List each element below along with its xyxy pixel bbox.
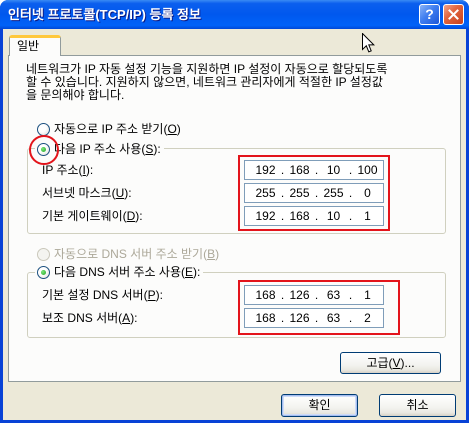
subnet-mask-octet-2[interactable]: 255 (286, 184, 313, 202)
octet-separator: . (348, 288, 353, 302)
radio-auto-ip-button[interactable] (37, 122, 50, 136)
subnet-mask-label: 서브넷 마스크(U): (42, 186, 132, 200)
ip-address-label: IP 주소(I): (42, 163, 94, 177)
default-gateway-octet-2[interactable]: 168 (286, 207, 313, 225)
octet-separator: . (280, 311, 285, 325)
ip-address-octet-4[interactable]: 100 (354, 161, 381, 179)
alternate-dns-octet-4[interactable]: 2 (354, 309, 381, 327)
ip-address-octet-1[interactable]: 192 (252, 161, 279, 179)
subnet-mask-octet-3[interactable]: 255 (320, 184, 347, 202)
close-icon (448, 9, 459, 20)
default-gateway-octet-1[interactable]: 192 (252, 207, 279, 225)
octet-separator: . (280, 209, 285, 223)
octet-separator: . (280, 186, 285, 200)
help-button[interactable]: ? (419, 4, 440, 25)
cancel-button[interactable]: 취소 (379, 394, 456, 417)
alternate-dns-label: 보조 DNS 서버(A): (42, 311, 138, 325)
radio-auto-dns-label: 자동으로 DNS 서버 주소 받기(B) (54, 247, 220, 261)
radio-manual-ip[interactable]: 다음 IP 주소 사용(S): (35, 142, 164, 156)
description-line: 을 문의해야 합니다. (26, 88, 125, 102)
preferred-dns-label: 기본 설정 DNS 서버(P): (42, 288, 163, 302)
octet-separator: . (348, 209, 353, 223)
title-bar[interactable]: 인터넷 프로토콜(TCP/IP) 등록 정보 (0, 0, 469, 29)
mouse-cursor-icon (362, 33, 375, 53)
dns-settings-group (27, 272, 446, 338)
preferred-dns-octet-3[interactable]: 63 (320, 286, 347, 304)
ok-button[interactable]: 확인 (281, 394, 358, 417)
radio-manual-dns-label[interactable]: 다음 DNS 서버 주소 사용(E): (54, 265, 200, 279)
radio-auto-dns-button (37, 247, 50, 261)
preferred-dns-octet-4[interactable]: 1 (354, 286, 381, 304)
radio-auto-dns: 자동으로 DNS 서버 주소 받기(B) (37, 247, 219, 261)
radio-manual-dns[interactable]: 다음 DNS 서버 주소 사용(E): (35, 265, 204, 279)
radio-manual-ip-label[interactable]: 다음 IP 주소 사용(S): (54, 142, 161, 156)
ip-address-octet-3[interactable]: 10 (320, 161, 347, 179)
radio-manual-dns-button[interactable] (37, 265, 50, 279)
tab-general[interactable]: 일반 (9, 35, 61, 56)
default-gateway-octet-4[interactable]: 1 (354, 207, 381, 225)
alternate-dns-field[interactable]: 168 . 126 . 63 . 2 (244, 308, 384, 328)
octet-separator: . (314, 288, 319, 302)
radio-auto-ip[interactable]: 자동으로 IP 주소 받기(O) (37, 122, 181, 136)
radio-manual-ip-button[interactable] (37, 142, 50, 156)
alternate-dns-octet-1[interactable]: 168 (252, 309, 279, 327)
octet-separator: . (314, 186, 319, 200)
ip-address-field[interactable]: 192 . 168 . 10 . 100 (244, 160, 384, 180)
tcpip-properties-dialog: 인터넷 프로토콜(TCP/IP) 등록 정보 ? 일반 네트워크가 IP 자동 … (0, 0, 469, 423)
preferred-dns-octet-1[interactable]: 168 (252, 286, 279, 304)
octet-separator: . (314, 163, 319, 177)
tab-general-label: 일반 (17, 39, 40, 53)
octet-separator: . (314, 209, 319, 223)
default-gateway-field[interactable]: 192 . 168 . 10 . 1 (244, 206, 384, 226)
default-gateway-label: 기본 게이트웨이(D): (42, 209, 143, 223)
advanced-button[interactable]: 고급(V)... (340, 352, 441, 374)
subnet-mask-octet-4[interactable]: 0 (354, 184, 381, 202)
ip-address-octet-2[interactable]: 168 (286, 161, 313, 179)
octet-separator: . (348, 311, 353, 325)
octet-separator: . (314, 311, 319, 325)
octet-separator: . (348, 163, 353, 177)
octet-separator: . (280, 163, 285, 177)
radio-auto-ip-label[interactable]: 자동으로 IP 주소 받기(O) (54, 122, 181, 136)
default-gateway-octet-3[interactable]: 10 (320, 207, 347, 225)
window-title: 인터넷 프로토콜(TCP/IP) 등록 정보 (8, 7, 201, 22)
preferred-dns-field[interactable]: 168 . 126 . 63 . 1 (244, 285, 384, 305)
alternate-dns-octet-2[interactable]: 126 (286, 309, 313, 327)
description: 네트워크가 IP 자동 설정 기능을 지원하면 IP 설정이 자동으로 할당되도… (26, 63, 387, 102)
octet-separator: . (348, 186, 353, 200)
close-button[interactable] (443, 4, 464, 25)
preferred-dns-octet-2[interactable]: 126 (286, 286, 313, 304)
subnet-mask-octet-1[interactable]: 255 (252, 184, 279, 202)
octet-separator: . (280, 288, 285, 302)
subnet-mask-field[interactable]: 255 . 255 . 255 . 0 (244, 183, 384, 203)
help-label: ? (425, 6, 434, 22)
alternate-dns-octet-3[interactable]: 63 (320, 309, 347, 327)
